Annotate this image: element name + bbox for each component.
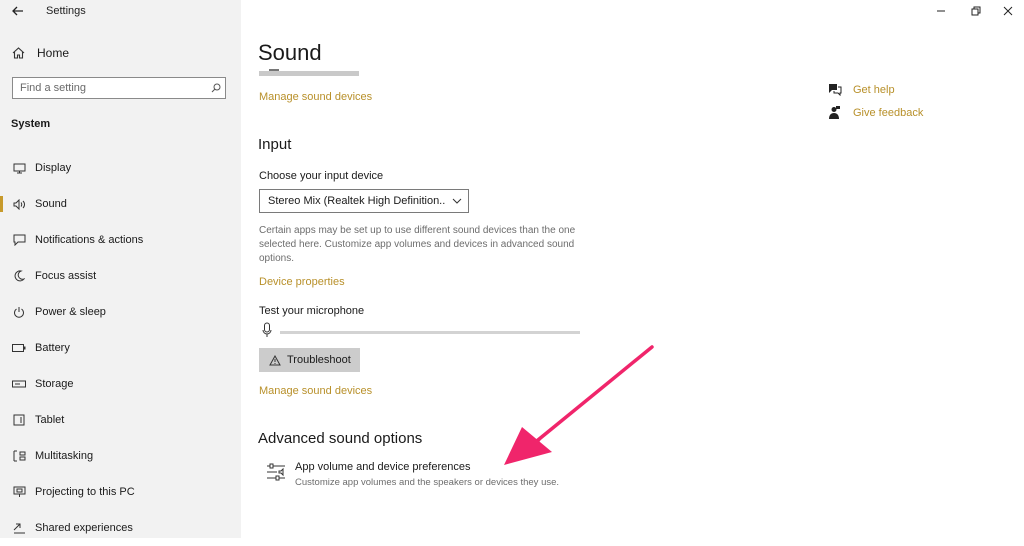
sidebar-item-tablet[interactable]: Tablet [0, 402, 241, 438]
speaker-icon [11, 196, 27, 212]
sidebar-item-notifications[interactable]: Notifications & actions [0, 222, 241, 258]
minimize-button[interactable] [929, 2, 953, 20]
home-icon [12, 47, 26, 59]
monitor-icon [11, 160, 27, 176]
sidebar-item-label: Multitasking [35, 450, 94, 462]
storage-icon [11, 376, 27, 392]
get-help-label: Get help [853, 83, 895, 96]
sidebar-item-label: Storage [35, 378, 74, 390]
sidebar-item-label: Shared experiences [35, 522, 133, 534]
mic-level-bar [280, 331, 580, 334]
shared-icon [11, 520, 27, 536]
sidebar-item-label: Power & sleep [35, 306, 106, 318]
back-arrow-icon [12, 6, 23, 16]
search-input[interactable] [13, 78, 207, 98]
sidebar-item-focus-assist[interactable]: Focus assist [0, 258, 241, 294]
manage-sound-devices-link[interactable]: Manage sound devices [259, 385, 372, 397]
sidebar-item-label: Sound [35, 198, 67, 210]
sidebar-item-shared-experiences[interactable]: Shared experiences [0, 510, 241, 546]
restore-icon [971, 6, 981, 16]
sidebar-item-battery[interactable]: Battery [0, 330, 241, 366]
test-microphone-label: Test your microphone [259, 305, 365, 317]
input-device-value: Stereo Mix (Realtek High Definition... [268, 195, 446, 207]
sidebar-item-label: Battery [35, 342, 70, 354]
input-heading: Input [258, 136, 292, 153]
equalizer-icon [266, 461, 288, 488]
input-description: Certain apps may be set up to use differ… [259, 225, 576, 264]
microphone-icon [262, 322, 272, 343]
input-device-label: Choose your input device [259, 170, 384, 182]
close-icon [1003, 6, 1013, 16]
multitasking-icon [11, 448, 27, 464]
search-box [12, 77, 226, 99]
minimize-icon [937, 10, 945, 12]
sidebar-item-label: Focus assist [35, 270, 97, 282]
nav-home-label: Home [37, 46, 70, 60]
sidebar-item-projecting[interactable]: Projecting to this PC [0, 474, 241, 510]
feedback-icon [828, 106, 844, 120]
manage-sound-devices-link-top[interactable]: Manage sound devices [259, 91, 372, 103]
page-title: Sound [258, 40, 322, 65]
give-feedback-label: Give feedback [853, 107, 924, 119]
slider-thumb[interactable] [269, 69, 279, 71]
nav-home[interactable]: Home [12, 44, 69, 62]
chat-help-icon [828, 83, 844, 96]
mic-test-row [262, 322, 580, 343]
battery-icon [11, 340, 27, 356]
sidebar-item-label: Tablet [35, 414, 65, 426]
moon-icon [11, 268, 27, 284]
warning-icon [269, 354, 281, 366]
sidebar-nav: Display Sound Notifications & actions Fo… [0, 150, 241, 546]
troubleshoot-button[interactable]: Troubleshoot [259, 348, 360, 372]
section-label-system: System [11, 118, 51, 130]
sidebar-item-storage[interactable]: Storage [0, 366, 241, 402]
sidebar: Settings Home System Display Sound Notif… [0, 0, 241, 538]
sidebar-item-label: Notifications & actions [35, 234, 144, 246]
sidebar-item-display[interactable]: Display [0, 150, 241, 186]
app-volume-preferences[interactable]: App volume and device preferences Custom… [266, 461, 559, 488]
sidebar-item-power-sleep[interactable]: Power & sleep [0, 294, 241, 330]
get-help-link[interactable]: Get help [828, 83, 895, 96]
sidebar-item-label: Projecting to this PC [35, 486, 135, 498]
tablet-icon [11, 412, 27, 428]
output-volume-slider[interactable] [259, 69, 359, 76]
notification-icon [11, 232, 27, 248]
sidebar-item-sound[interactable]: Sound [0, 186, 241, 222]
device-properties-link[interactable]: Device properties [259, 276, 345, 288]
sidebar-item-multitasking[interactable]: Multitasking [0, 438, 241, 474]
give-feedback-link[interactable]: Give feedback [828, 106, 923, 120]
chevron-down-icon [446, 198, 468, 204]
pref-subtitle: Customize app volumes and the speakers o… [295, 477, 560, 488]
troubleshoot-label: Troubleshoot [287, 354, 351, 366]
projecting-icon [11, 484, 27, 500]
sidebar-item-label: Display [35, 162, 72, 174]
close-button[interactable] [996, 2, 1020, 20]
app-title: Settings [46, 5, 86, 17]
advanced-heading: Advanced sound options [258, 430, 423, 447]
power-icon [11, 304, 27, 320]
search-icon[interactable] [207, 78, 225, 98]
pref-title: App volume and device preferences [295, 461, 471, 473]
input-device-dropdown[interactable]: Stereo Mix (Realtek High Definition... [259, 189, 469, 213]
back-button[interactable] [8, 2, 28, 20]
restore-button[interactable] [964, 2, 988, 20]
selection-indicator [0, 196, 3, 212]
